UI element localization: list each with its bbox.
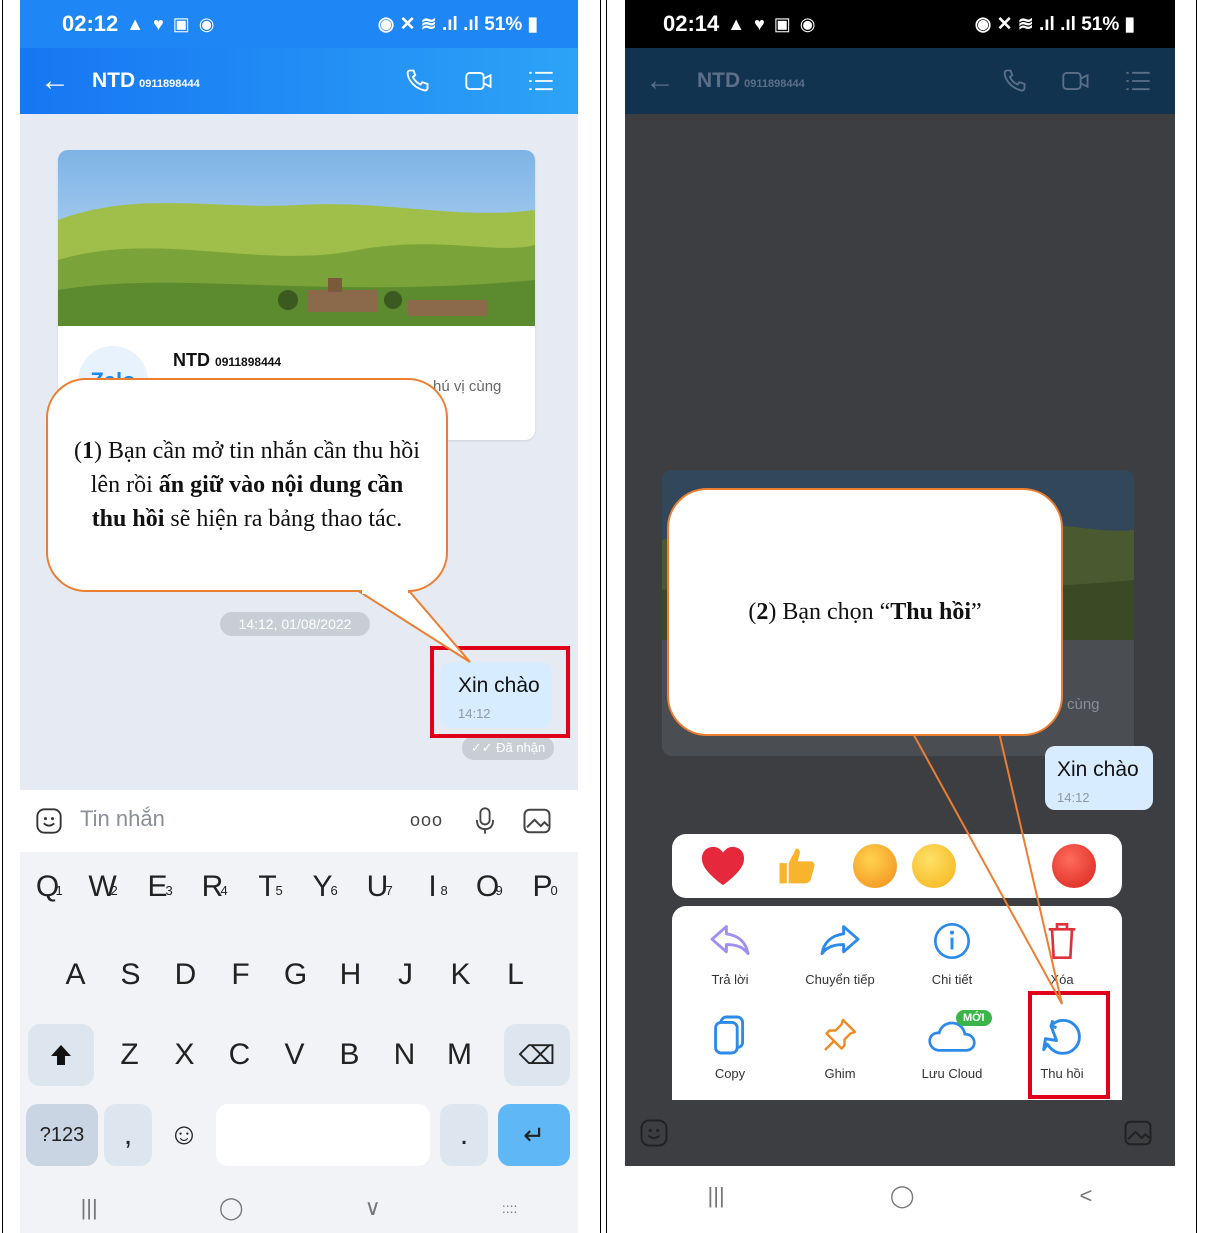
callout-join-2: [912, 728, 996, 733]
instruction-callout-2: (2) Bạn chọn “Thu hồi”: [667, 488, 1063, 736]
